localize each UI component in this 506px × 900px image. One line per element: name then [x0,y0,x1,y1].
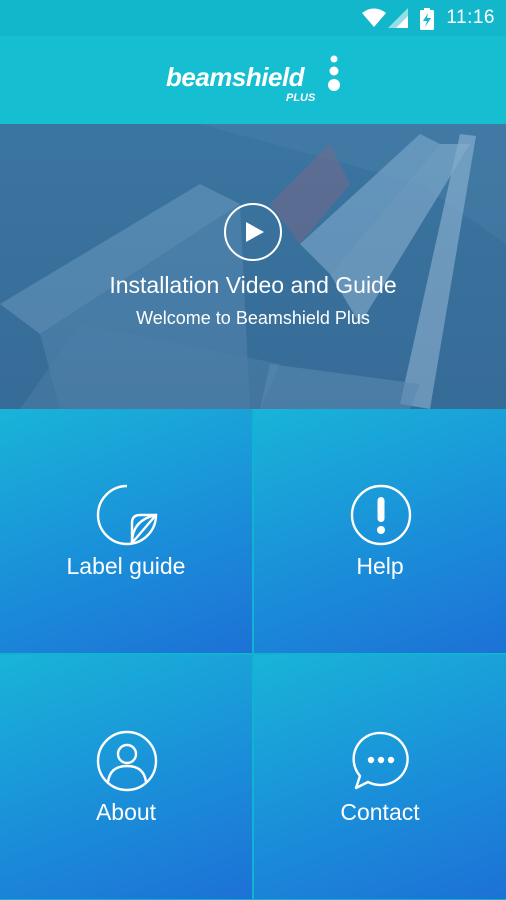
signal-icon [388,8,408,28]
label-guide-tile[interactable]: Label guide [0,409,252,653]
user-icon [96,730,158,792]
wifi-icon [362,8,386,27]
play-video-button[interactable] [224,203,282,261]
logo-subtext: PLUS [286,92,316,104]
help-tile[interactable]: Help [254,409,506,653]
play-icon [246,222,264,242]
about-label: About [95,799,157,825]
label-guide-label: Label guide [66,553,186,579]
beamshield-logo: beamshield PLUS [166,55,346,108]
battery-icon [420,8,434,30]
chat-bubble-icon [352,731,409,790]
about-tile[interactable]: About [0,655,252,899]
status-time: 11:16 [446,7,495,28]
help-label: Help [356,553,404,579]
contact-label: Contact [340,799,420,825]
app-header: beamshield PLUS [0,36,506,124]
label-sticker-icon [96,484,158,546]
exclamation-icon [350,484,412,546]
installation-video-banner[interactable]: Installation Video and Guide Welcome to … [0,124,506,409]
hero-title: Installation Video and Guide [109,272,397,298]
logo-dots-icon [328,55,340,91]
hero-subtitle: Welcome to Beamshield Plus [136,308,370,328]
status-bar: 11:16 [0,0,506,36]
logo-text: beamshield [166,62,305,92]
contact-tile[interactable]: Contact [254,655,506,899]
hero-overlay [0,124,506,409]
